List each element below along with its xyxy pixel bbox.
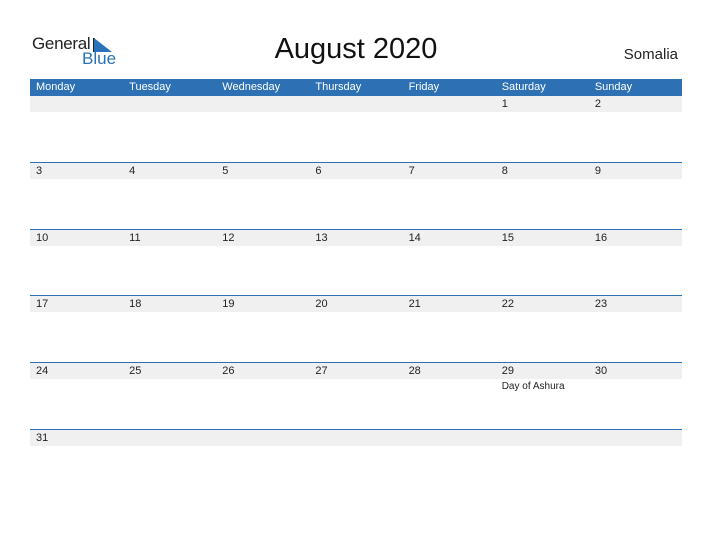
day-number: 9 (594, 165, 601, 177)
weekday-thursday: Thursday (315, 81, 362, 93)
day-number: 2 (594, 98, 601, 110)
week-date-strip: 10 11 12 13 14 15 16 (30, 230, 682, 246)
day-number: 7 (408, 165, 415, 177)
day-number: 11 (129, 232, 141, 244)
day-cell: 17 (30, 296, 123, 312)
week-row: 10 11 12 13 14 15 16 (30, 229, 682, 246)
week-row: 17 18 19 20 21 22 23 (30, 295, 682, 312)
day-cell: 23 (589, 296, 682, 312)
day-cell: 25 (123, 363, 216, 379)
day-cell: 31 (30, 430, 123, 446)
weekday-header: Monday Tuesday Wednesday Thursday Friday… (30, 79, 682, 96)
week-date-strip: 17 18 19 20 21 22 23 (30, 296, 682, 312)
day-number: 13 (315, 232, 328, 244)
day-cell: 8 (496, 163, 589, 179)
day-cell (496, 430, 589, 446)
day-cell: 21 (403, 296, 496, 312)
week-date-strip: 24 25 26 27 28 29 Day of Ashura 30 (30, 363, 682, 392)
day-number: 27 (315, 365, 328, 377)
day-cell: 2 (589, 96, 682, 112)
page-title: August 2020 (274, 33, 438, 65)
day-number: 3 (36, 165, 43, 177)
weekday-monday: Monday (36, 81, 76, 93)
day-cell (403, 430, 496, 446)
day-cell: 3 (30, 163, 123, 179)
day-cell: 30 (589, 363, 682, 379)
day-number: 4 (129, 165, 136, 177)
day-number: 12 (222, 232, 235, 244)
day-number: 19 (222, 298, 235, 310)
day-number: 14 (408, 232, 421, 244)
day-cell: 18 (123, 296, 216, 312)
week-row: 3 4 5 6 7 8 9 (30, 162, 682, 179)
day-number: 8 (501, 165, 508, 177)
day-cell: 1 (496, 96, 589, 112)
holiday-label: Day of Ashura (501, 381, 565, 392)
weekday-tuesday: Tuesday (129, 81, 171, 93)
day-cell: 10 (30, 230, 123, 246)
day-number: 10 (36, 232, 49, 244)
day-cell: 4 (123, 163, 216, 179)
day-cell (123, 430, 216, 446)
day-cell (589, 430, 682, 446)
week-date-strip: 3 4 5 6 7 8 9 (30, 163, 682, 179)
weekday-friday: Friday (408, 81, 440, 93)
day-cell (30, 96, 123, 112)
day-cell: 27 (309, 363, 402, 379)
day-cell (309, 96, 402, 112)
day-cell: 20 (309, 296, 402, 312)
day-number: 28 (408, 365, 421, 377)
day-cell: 16 (589, 230, 682, 246)
day-number: 23 (594, 298, 608, 310)
day-cell: 14 (403, 230, 496, 246)
week-date-strip: 12 (30, 96, 682, 112)
week-row: 12 (30, 96, 682, 112)
day-number: 29 (501, 365, 514, 377)
day-cell: 6 (309, 163, 402, 179)
week-row: 31 (30, 429, 682, 446)
day-number: 17 (36, 298, 49, 310)
day-number: 31 (36, 432, 49, 444)
day-cell (403, 96, 496, 112)
day-cell: 7 (403, 163, 496, 179)
day-number: 21 (408, 298, 421, 310)
day-cell: 15 (496, 230, 589, 246)
day-cell: 19 (216, 296, 309, 312)
day-number: 20 (315, 298, 328, 310)
day-cell (309, 430, 402, 446)
day-cell (216, 430, 309, 446)
day-number: 18 (129, 298, 142, 310)
day-cell (123, 96, 216, 112)
week-row: 24 25 26 27 28 29 Day of Ashura 30 (30, 362, 682, 392)
day-cell: 11 (123, 230, 216, 246)
day-number: 24 (36, 365, 49, 377)
day-cell: 24 (30, 363, 123, 379)
day-cell: 12 (216, 230, 309, 246)
day-cell (216, 96, 309, 112)
day-number: 16 (594, 232, 608, 244)
day-number: 22 (501, 298, 514, 310)
day-number: 15 (501, 232, 514, 244)
day-number: 30 (594, 365, 608, 377)
weekday-saturday: Saturday (501, 81, 546, 93)
day-cell: 29 Day of Ashura (496, 363, 589, 392)
day-number: 26 (222, 365, 235, 377)
day-cell: 13 (309, 230, 402, 246)
weekday-sunday: Sunday (594, 81, 633, 93)
day-cell: 28 (403, 363, 496, 379)
day-cell: 26 (216, 363, 309, 379)
day-cell: 9 (589, 163, 682, 179)
day-number: 25 (129, 365, 142, 377)
day-number: 5 (222, 165, 229, 177)
day-number: 6 (315, 165, 322, 177)
day-number: 1 (501, 98, 508, 110)
day-cell: 22 (496, 296, 589, 312)
country-label: Somalia (623, 46, 678, 63)
weekday-wednesday: Wednesday (222, 81, 281, 93)
day-cell: 5 (216, 163, 309, 179)
week-date-strip: 31 (30, 430, 682, 446)
